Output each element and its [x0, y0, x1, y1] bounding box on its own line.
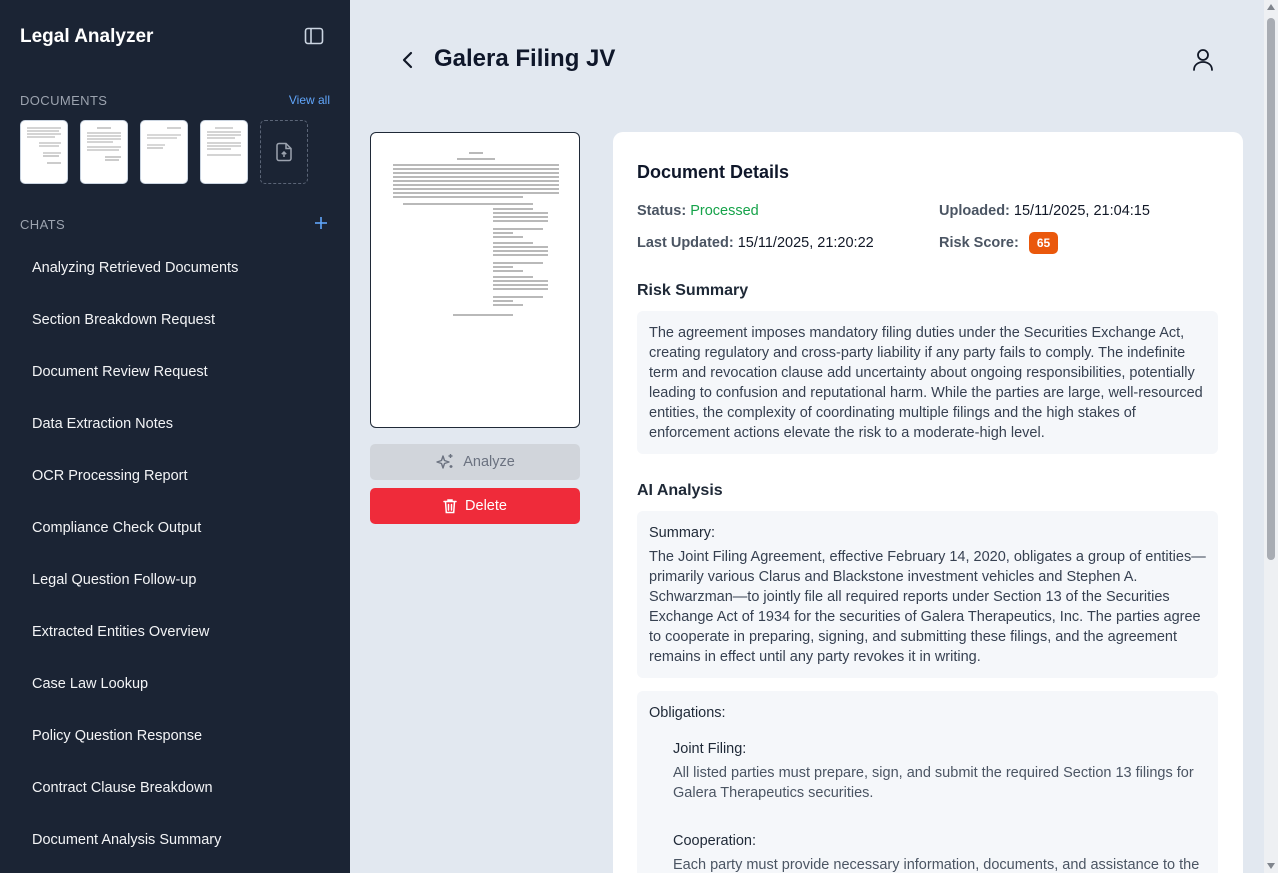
obligations-box: Obligations: Joint Filing: All listed pa…: [637, 691, 1218, 873]
scrollbar-thumb[interactable]: [1267, 18, 1275, 560]
summary-text: The Joint Filing Agreement, effective Fe…: [649, 549, 1206, 665]
chat-item[interactable]: Document Analysis Summary: [32, 830, 238, 873]
scroll-down-arrow-icon[interactable]: [1267, 863, 1275, 869]
last-updated-field: Last Updated: 15/11/2025, 21:20:22: [637, 235, 874, 251]
ai-analysis-title: AI Analysis: [637, 482, 723, 499]
chat-list: Analyzing Retrieved Documents Section Br…: [32, 258, 238, 873]
documents-section-label: DOCUMENTS: [20, 93, 108, 108]
delete-button-label: Delete: [465, 498, 507, 514]
document-thumbnail-2[interactable]: [80, 120, 128, 184]
new-chat-button[interactable]: [312, 214, 330, 232]
document-page-preview-icon: [393, 152, 559, 316]
risk-summary-title: Risk Summary: [637, 282, 749, 299]
status-field: Status: Processed: [637, 203, 759, 219]
plus-icon: [315, 217, 327, 229]
obligation-title: Cooperation:: [673, 833, 757, 849]
chats-section-label: CHATS: [20, 217, 66, 232]
sparkles-icon: [436, 454, 453, 469]
view-all-documents-link[interactable]: View all: [289, 93, 330, 107]
document-thumbnail-1[interactable]: [20, 120, 68, 184]
risk-summary-text: The agreement imposes mandatory filing d…: [649, 325, 1203, 441]
chat-item[interactable]: Case Law Lookup: [32, 674, 238, 726]
risk-summary-box: The agreement imposes mandatory filing d…: [637, 311, 1218, 454]
trash-icon: [443, 499, 457, 514]
user-icon: [1193, 49, 1213, 71]
chat-item[interactable]: Legal Question Follow-up: [32, 570, 238, 622]
uploaded-field: Uploaded: 15/11/2025, 21:04:15: [939, 203, 1150, 219]
chevron-left-icon: [402, 51, 413, 69]
document-page-preview-icon: [87, 127, 121, 161]
document-page-preview-icon: [27, 127, 61, 164]
document-thumbnails: [20, 120, 308, 184]
chat-item[interactable]: Section Breakdown Request: [32, 310, 238, 362]
chat-item[interactable]: Document Review Request: [32, 362, 238, 414]
obligation-title: Joint Filing:: [673, 741, 747, 757]
upload-document-button[interactable]: [260, 120, 308, 184]
chat-item[interactable]: Analyzing Retrieved Documents: [32, 258, 238, 310]
chat-item[interactable]: Contract Clause Breakdown: [32, 778, 238, 830]
document-preview[interactable]: [370, 132, 580, 428]
chat-item[interactable]: Data Extraction Notes: [32, 414, 238, 466]
chat-item[interactable]: Policy Question Response: [32, 726, 238, 778]
back-button[interactable]: [396, 48, 420, 72]
chat-item[interactable]: Compliance Check Output: [32, 518, 238, 570]
obligation-text: Each party must provide necessary inform…: [673, 857, 1200, 873]
sidebar-toggle-button[interactable]: [302, 25, 326, 47]
page-scrollbar[interactable]: [1264, 0, 1278, 873]
obligation-item: Joint Filing: All listed parties must pr…: [673, 739, 1206, 803]
ai-summary-box: Summary: The Joint Filing Agreement, eff…: [637, 511, 1218, 678]
risk-score-label: Risk Score:: [939, 234, 1019, 251]
sidebar-panel-icon: [304, 27, 324, 45]
document-thumbnail-4[interactable]: [200, 120, 248, 184]
obligations-label: Obligations:: [649, 705, 726, 721]
document-details-title: Document Details: [637, 162, 790, 182]
chat-item[interactable]: Extracted Entities Overview: [32, 622, 238, 674]
risk-score-field: Risk Score: 65: [939, 232, 1059, 254]
document-page-preview-icon: [147, 127, 181, 149]
delete-button[interactable]: Delete: [370, 488, 580, 524]
analyze-button[interactable]: Analyze: [370, 444, 580, 480]
obligation-text: All listed parties must prepare, sign, a…: [673, 765, 1194, 801]
scroll-up-arrow-icon[interactable]: [1267, 4, 1275, 10]
status-label: Status:: [637, 203, 687, 219]
app-title: Legal Analyzer: [20, 26, 154, 47]
chat-item[interactable]: OCR Processing Report: [32, 466, 238, 518]
document-thumbnail-3[interactable]: [140, 120, 188, 184]
status-value: Processed: [690, 203, 759, 219]
risk-score-badge: 65: [1028, 232, 1059, 254]
user-profile-button[interactable]: [1190, 47, 1216, 73]
last-updated-value: 15/11/2025, 21:20:22: [737, 235, 874, 251]
sidebar: Legal Analyzer DOCUMENTS View all CHATS …: [0, 0, 350, 873]
document-details-card: Document Details Status: Processed Uploa…: [613, 132, 1243, 873]
last-updated-label: Last Updated:: [637, 235, 734, 251]
file-upload-icon: [276, 142, 292, 162]
document-page-preview-icon: [207, 127, 241, 156]
page-title: Galera Filing JV: [434, 45, 616, 72]
uploaded-value: 15/11/2025, 21:04:15: [1013, 203, 1150, 219]
uploaded-label: Uploaded:: [939, 203, 1010, 219]
obligation-item: Cooperation: Each party must provide nec…: [673, 831, 1206, 873]
analyze-button-label: Analyze: [463, 454, 515, 470]
summary-label: Summary:: [649, 525, 716, 541]
